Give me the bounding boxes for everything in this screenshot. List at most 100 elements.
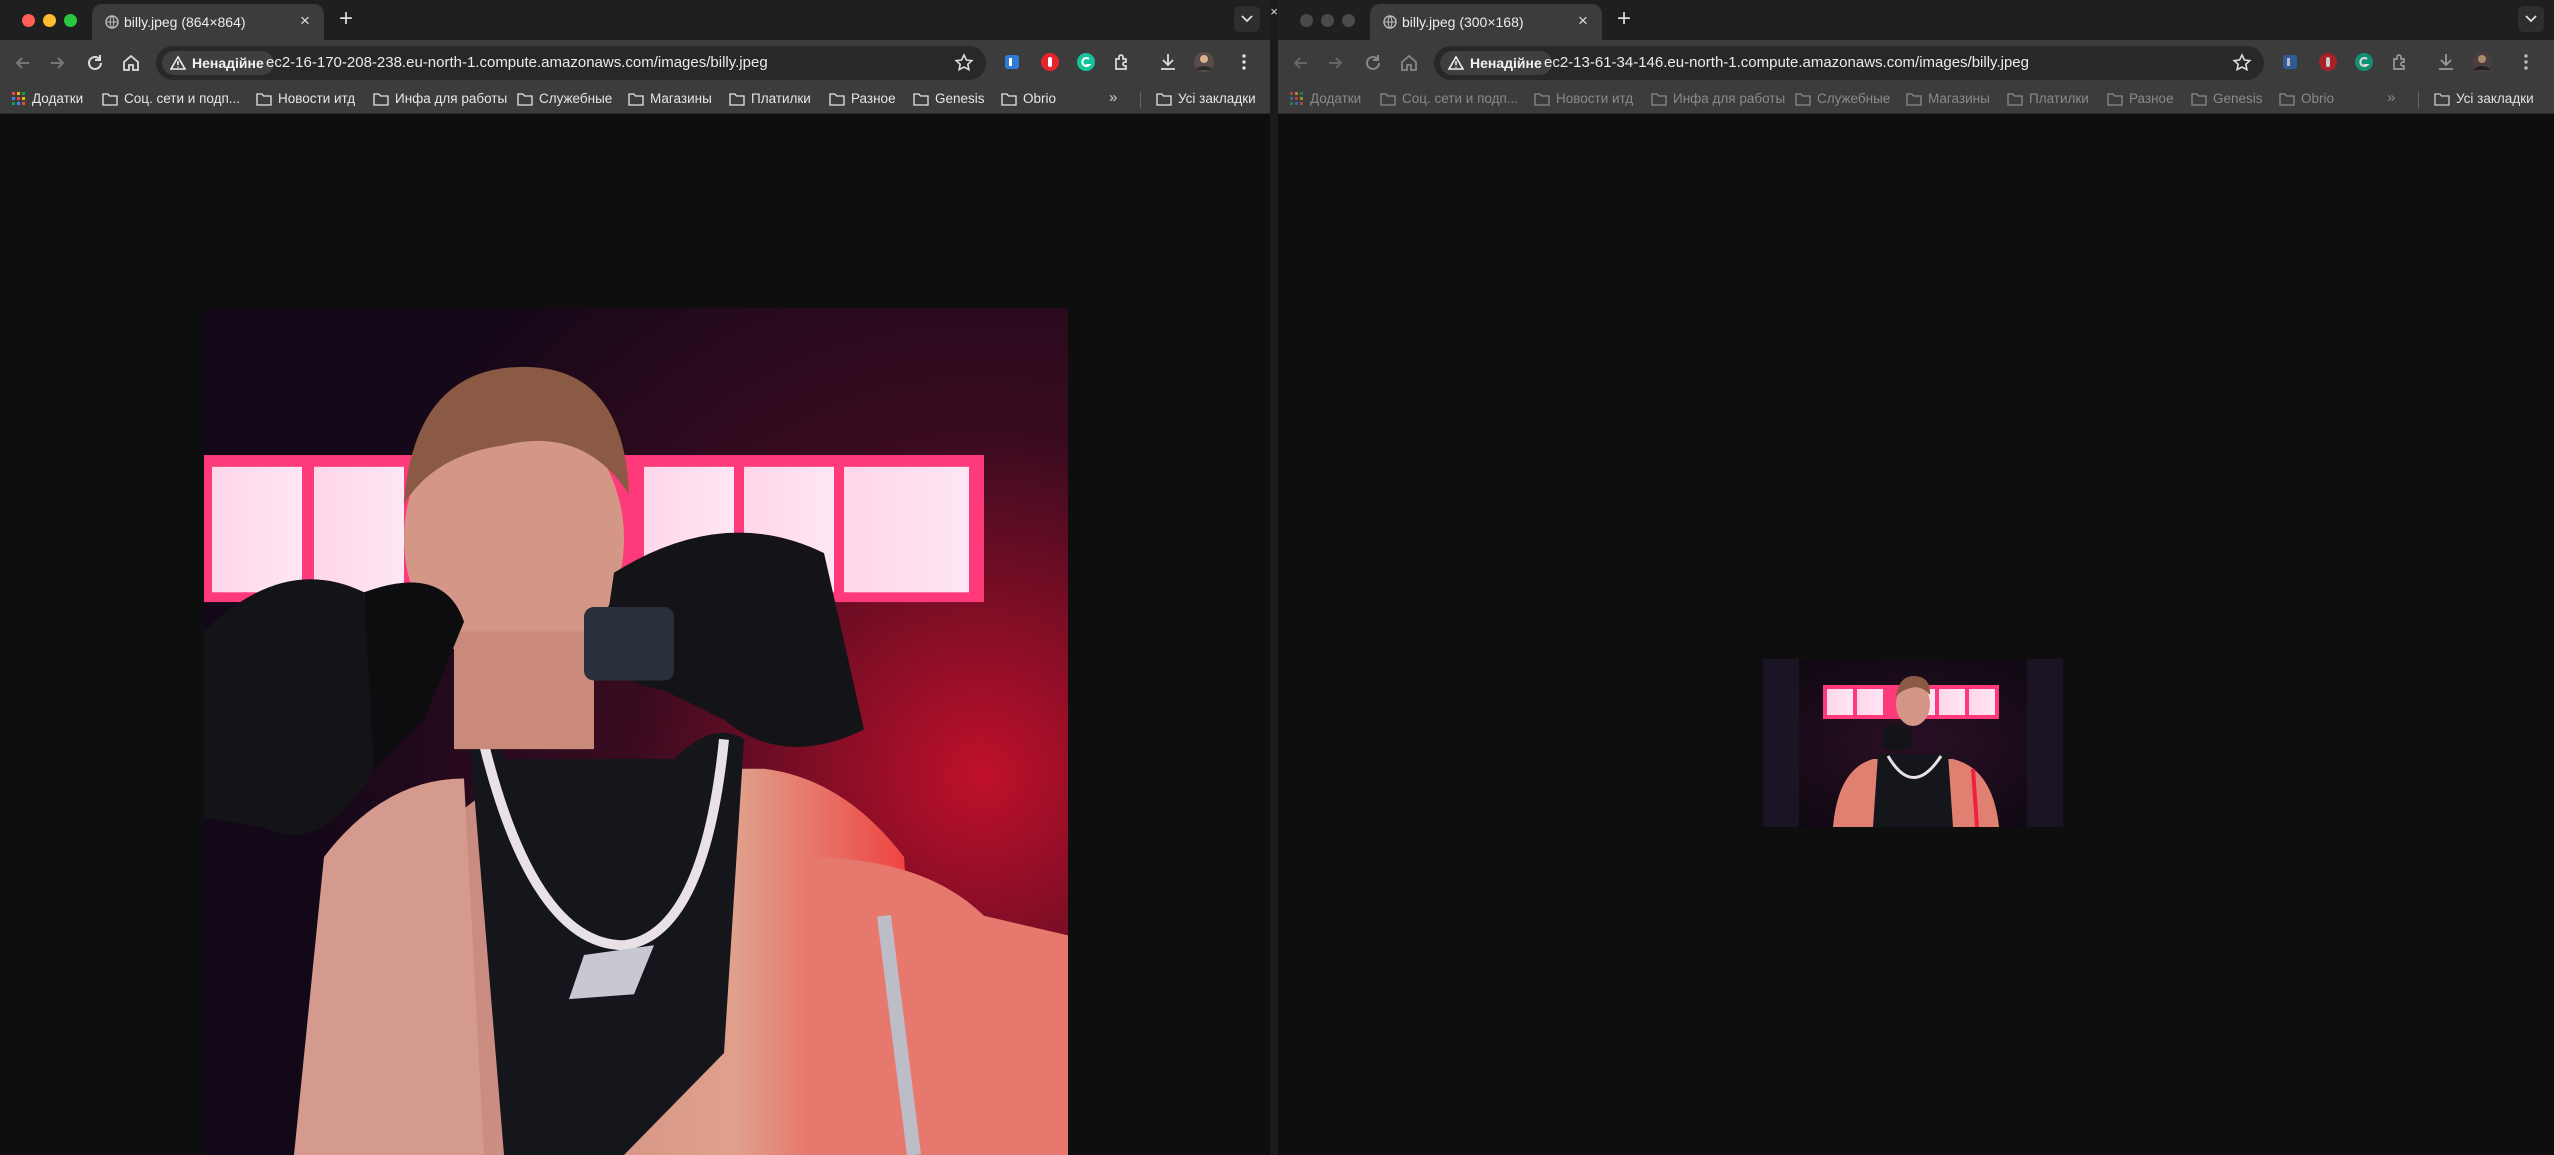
bookmark-folder[interactable]: Разное	[2107, 91, 2174, 106]
grammarly-icon[interactable]	[1074, 50, 1098, 74]
bookmark-star-icon[interactable]	[954, 53, 974, 73]
bookmark-folder[interactable]: Инфа для работы	[373, 91, 507, 106]
folder-icon	[2007, 92, 2023, 106]
bookmark-label: Obrio	[1023, 91, 1057, 106]
bookmark-folder[interactable]: Инфа для работы	[1651, 91, 1785, 106]
minimize-window-button[interactable]	[43, 14, 56, 27]
tab-active[interactable]: billy.jpeg (864×864) ×	[92, 4, 324, 40]
minimize-window-button[interactable]	[1321, 14, 1334, 27]
extension-blue-icon[interactable]	[1000, 50, 1024, 74]
folder-icon	[1651, 92, 1667, 106]
bookmark-folder[interactable]: Genesis	[913, 91, 985, 106]
bookmark-folder[interactable]: Соц. сети и подп...	[102, 91, 240, 106]
bookmark-apps[interactable]: Додатки	[1290, 91, 1361, 106]
bookmark-label: Платилки	[751, 91, 811, 106]
grammarly-icon[interactable]	[2352, 50, 2376, 74]
tab-search-button[interactable]	[1234, 6, 1260, 32]
home-button[interactable]	[1396, 50, 1422, 76]
tab-search-button[interactable]	[2518, 6, 2544, 32]
bookmark-apps[interactable]: Додатки	[12, 91, 83, 106]
chevron-down-icon	[1241, 15, 1253, 23]
page-content	[1278, 115, 2554, 1155]
bookmark-folder[interactable]: Платилки	[729, 91, 811, 106]
arrow-left-icon	[1293, 57, 1307, 69]
more-bookmarks-chevron-icon[interactable]: »	[1109, 89, 1117, 106]
bookmark-folder[interactable]: Разное	[829, 91, 896, 106]
bookmark-folder[interactable]: Новости итд	[256, 91, 355, 106]
download-icon[interactable]	[1156, 50, 1180, 74]
all-bookmarks-button[interactable]: Усі закладки	[2434, 91, 2534, 106]
download-icon[interactable]	[2434, 50, 2458, 74]
security-label: Ненадійне	[192, 55, 264, 71]
site-security-chip[interactable]: Ненадійне	[162, 51, 274, 75]
close-window-button[interactable]	[22, 14, 35, 27]
bookmark-folder[interactable]: Платилки	[2007, 91, 2089, 106]
tab-strip: billy.jpeg (300×168) × +	[1278, 0, 2554, 40]
url-text[interactable]: ec2-16-170-208-238.eu-north-1.compute.am…	[266, 54, 768, 71]
bookmark-folder[interactable]: Obrio	[1001, 91, 1056, 106]
home-button[interactable]	[118, 50, 144, 76]
bookmark-label: Служебные	[539, 91, 613, 106]
folder-icon	[517, 92, 533, 106]
extension-blue-icon[interactable]	[2278, 50, 2302, 74]
menu-kebab-icon[interactable]	[1232, 50, 1256, 74]
tab-strip: billy.jpeg (864×864) × +	[0, 0, 1270, 40]
profile-avatar[interactable]	[2470, 50, 2494, 74]
bookmark-folder[interactable]: Магазины	[1906, 91, 1990, 106]
divider-close-icon[interactable]: ×	[1270, 4, 1278, 19]
bookmark-label: Додатки	[32, 91, 84, 106]
extensions-puzzle-icon[interactable]	[1110, 50, 1134, 74]
folder-icon	[2107, 92, 2123, 106]
globe-icon	[105, 15, 119, 29]
forward-button[interactable]	[44, 50, 70, 76]
folder-icon	[2279, 92, 2295, 106]
new-tab-button[interactable]: +	[332, 6, 360, 34]
all-bookmarks-button[interactable]: Усі закладки	[1156, 91, 1256, 106]
site-security-chip[interactable]: Ненадійне	[1440, 51, 1552, 75]
close-tab-icon[interactable]: ×	[294, 10, 316, 32]
bookmark-folder[interactable]: Соц. сети и подп...	[1380, 91, 1518, 106]
forward-button[interactable]	[1322, 50, 1348, 76]
maximize-window-button[interactable]	[64, 14, 77, 27]
reload-button[interactable]	[82, 50, 108, 76]
more-bookmarks-chevron-icon[interactable]: »	[2387, 89, 2395, 106]
arrow-right-icon	[51, 57, 65, 69]
back-button[interactable]	[1288, 50, 1314, 76]
bookmark-label: Новости итд	[278, 91, 356, 106]
photo-man-drinking-thumbnail	[1763, 659, 2063, 827]
image-viewer-photo[interactable]	[204, 308, 1068, 1155]
bookmark-folder[interactable]: Новости итд	[1534, 91, 1633, 106]
chevron-down-icon	[2525, 15, 2537, 23]
extension-red-icon[interactable]	[1038, 50, 1062, 74]
folder-icon	[628, 92, 644, 106]
bookmark-folder[interactable]: Obrio	[2279, 91, 2334, 106]
bookmark-star-icon[interactable]	[2232, 53, 2252, 73]
menu-kebab-icon[interactable]	[2514, 50, 2538, 74]
reload-button[interactable]	[1360, 50, 1386, 76]
bookmark-label: Новости итд	[1556, 91, 1634, 106]
close-window-button[interactable]	[1300, 14, 1313, 27]
url-text[interactable]: ec2-13-61-34-146.eu-north-1.compute.amaz…	[1544, 54, 2029, 71]
bookmarks-separator	[2418, 92, 2419, 108]
all-bookmarks-label: Усі закладки	[2456, 91, 2534, 106]
bookmark-label: Инфа для работы	[395, 91, 508, 106]
bookmark-folder[interactable]: Genesis	[2191, 91, 2263, 106]
bookmark-folder[interactable]: Служебные	[1795, 91, 1890, 106]
back-button[interactable]	[10, 50, 36, 76]
extension-red-icon[interactable]	[2316, 50, 2340, 74]
new-tab-button[interactable]: +	[1610, 6, 1638, 34]
bookmark-folder[interactable]: Служебные	[517, 91, 612, 106]
profile-avatar[interactable]	[1192, 50, 1216, 74]
warning-icon	[1448, 55, 1464, 70]
browser-window-right: billy.jpeg (300×168) × + Ненадійне ec2-1…	[1278, 0, 2554, 1155]
image-viewer-photo[interactable]	[1763, 659, 2063, 827]
maximize-window-button[interactable]	[1342, 14, 1355, 27]
security-label: Ненадійне	[1470, 55, 1542, 71]
close-tab-icon[interactable]: ×	[1572, 10, 1594, 32]
bookmark-folder[interactable]: Магазины	[628, 91, 712, 106]
extensions-puzzle-icon[interactable]	[2388, 50, 2412, 74]
tab-active[interactable]: billy.jpeg (300×168) ×	[1370, 4, 1602, 40]
address-bar[interactable]: Ненадійне ec2-16-170-208-238.eu-north-1.…	[156, 46, 986, 80]
address-bar[interactable]: Ненадійне ec2-13-61-34-146.eu-north-1.co…	[1434, 46, 2264, 80]
bookmarks-bar: Додатки Соц. сети и подп... Новости итд …	[0, 86, 1270, 114]
